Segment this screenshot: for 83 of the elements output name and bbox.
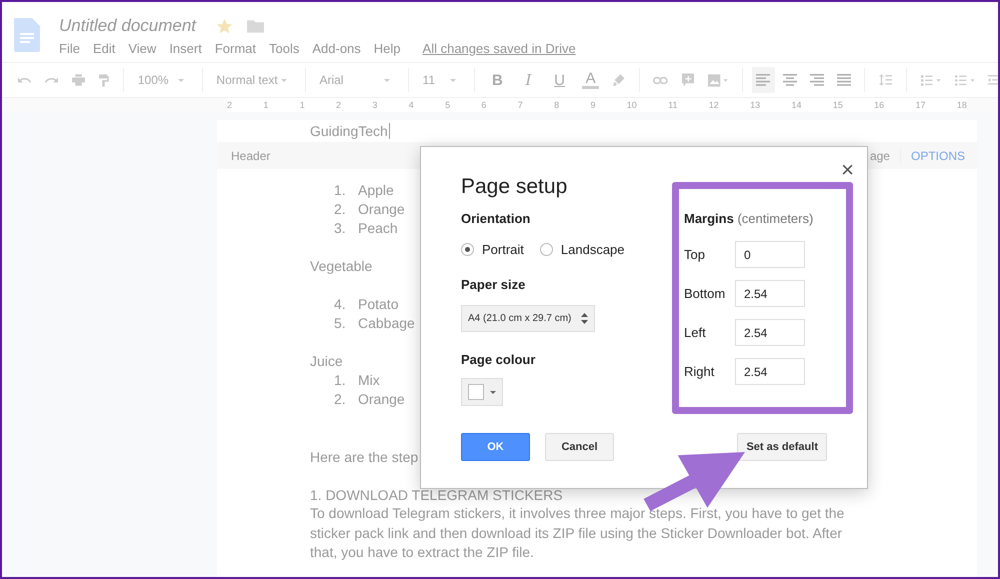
ruler-number: 5 (445, 100, 450, 110)
document-text: Peach (358, 220, 398, 236)
ruler-number: 8 (554, 100, 560, 110)
ruler-number: 14 (791, 100, 802, 110)
menu-item[interactable]: Tools (269, 41, 300, 56)
header-text: GuidingTech (310, 123, 388, 139)
document-text: Juice (310, 352, 343, 368)
ruler-number: 11 (668, 100, 678, 110)
ruler-number: 9 (590, 100, 596, 110)
ruler-number: 4 (408, 100, 414, 110)
format-button[interactable]: U (551, 72, 568, 88)
zoom-dropdown[interactable]: 100% (138, 73, 188, 87)
save-status-link[interactable]: All changes saved in Drive (422, 41, 576, 56)
margin-input[interactable]: 2.54 (735, 358, 805, 385)
document-text: Vegetable (310, 258, 372, 274)
margin-label: Left (684, 325, 707, 340)
document-text: Orange (358, 390, 405, 406)
ruler-number: 12 (708, 100, 719, 110)
font-dropdown[interactable]: Arial (319, 73, 394, 87)
ruler-number: 1 (300, 100, 305, 110)
document-text: Potato (358, 296, 398, 312)
ruler-number: 15 (832, 100, 843, 110)
menu-item[interactable]: Format (214, 41, 256, 56)
section-label: Paper size (461, 277, 526, 294)
ruler-number: 2 (227, 100, 232, 110)
list-number: 3. (333, 220, 347, 236)
dialog-button[interactable]: OK (461, 433, 530, 461)
margin-input[interactable]: 2.54 (735, 280, 805, 307)
document-text: Apple (358, 182, 394, 198)
orientation-radio[interactable]: Landscape (540, 242, 625, 257)
margins-unit: (centimeters) (737, 211, 814, 226)
document-heading: 1. DOWNLOAD TELEGRAM STICKERS (310, 486, 563, 502)
ruler-number: 7 (518, 100, 523, 110)
ruler-number: 2 (336, 100, 342, 110)
margins-label: Margins (684, 211, 734, 226)
paper-size-select[interactable]: A4 (21.0 cm x 29.7 cm) (461, 305, 595, 332)
margin-label: Right (684, 364, 716, 379)
orientation-radio[interactable]: Portrait (461, 242, 524, 257)
list-number: 1. (333, 372, 347, 388)
document-text: Mix (358, 372, 380, 388)
section-label: Orientation (461, 211, 532, 228)
menu-item[interactable]: File (59, 41, 80, 56)
ruler-number: 3 (372, 100, 378, 110)
list-number: 1. (333, 182, 347, 198)
menu-item[interactable]: View (128, 41, 156, 56)
section-label: Page colour (461, 352, 536, 369)
dialog-title: Page setup (461, 175, 568, 200)
options-link[interactable]: OPTIONS (910, 148, 965, 162)
close-button[interactable]: × (841, 159, 854, 181)
header-option-text[interactable]: age (870, 148, 890, 162)
margin-input[interactable]: 0 (735, 241, 805, 268)
menu-item[interactable]: Add-ons (312, 41, 361, 56)
dialog-button[interactable]: Cancel (545, 433, 614, 461)
dialog-button[interactable]: Set as default (737, 433, 827, 461)
list-number: 2. (333, 390, 347, 406)
format-button[interactable]: I (520, 71, 537, 89)
ruler-number: 1 (263, 100, 268, 110)
margin-label: Top (684, 247, 706, 262)
ruler-number: 17 (916, 100, 926, 110)
ruler-number: 6 (481, 100, 486, 110)
format-button[interactable]: B (488, 72, 506, 88)
header-label: Header (231, 148, 270, 162)
document-text: Orange (358, 200, 405, 216)
margin-input[interactable]: 2.54 (735, 319, 805, 346)
menu-item[interactable]: Help (374, 41, 401, 56)
ruler-number: 18 (956, 100, 967, 110)
list-number: 2. (333, 200, 347, 216)
document-paragraph: To download Telegram stickers, it involves three major steps. First, you have to get the sticker pack link and then download its ZIP file using the Sticker Downloader bot. After that, you have to extract the ZIP file. (310, 504, 846, 562)
menu-item[interactable]: Edit (92, 41, 116, 56)
list-number: 4. (333, 296, 347, 312)
document-text: Cabbage (358, 314, 415, 330)
list-number: 5. (333, 314, 347, 330)
font-size-dropdown[interactable]: 11 (422, 73, 460, 87)
ruler-number: 13 (750, 100, 760, 110)
ruler[interactable]: 2 1 1 2 3 4 5 6 7 8 9 10 11 12 13 14 15 16 17 18 (227, 98, 967, 112)
document-title[interactable]: Untitled document (59, 16, 196, 36)
style-dropdown[interactable]: Normal text (216, 73, 291, 87)
ruler-number: 16 (874, 100, 884, 110)
ruler-number: 10 (626, 100, 637, 110)
margin-label: Bottom (684, 286, 726, 301)
document-text: Here are the step (310, 448, 418, 464)
format-button[interactable]: A (582, 71, 600, 89)
menu-item[interactable]: Insert (169, 41, 202, 56)
